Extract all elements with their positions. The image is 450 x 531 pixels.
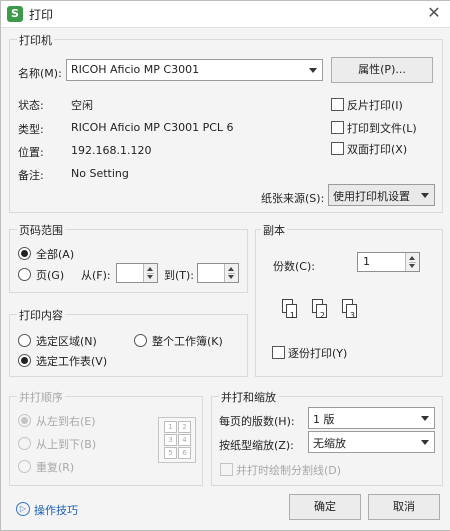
active-sheets-radio[interactable] [18, 354, 31, 367]
spin-down-icon[interactable] [147, 275, 153, 279]
from-label: 从(F): [81, 269, 111, 282]
range-all-label[interactable]: 全部(A) [36, 246, 74, 262]
copies-group-title: 副本 [261, 222, 287, 238]
selection-label[interactable]: 选定区域(N) [36, 333, 97, 349]
tips-link[interactable]: 操作技巧 [34, 502, 78, 518]
chevron-down-icon [421, 193, 429, 198]
chevron-down-icon [421, 440, 429, 445]
where-value: 192.168.1.120 [71, 144, 152, 157]
printer-name-label: 名称(M): [18, 67, 62, 80]
print-to-file-checkbox[interactable] [331, 121, 344, 134]
order-cell: 2 [178, 421, 191, 433]
type-value: RICOH Aficio MP C3001 PCL 6 [71, 121, 234, 134]
order-cell: 5 [164, 447, 177, 459]
spin-down-icon[interactable] [409, 264, 415, 268]
copies-stepper[interactable]: 1 [357, 252, 420, 272]
whole-workbook-label[interactable]: 整个工作簿(K) [152, 333, 223, 349]
pages-per-sheet-label: 每页的版数(H): [219, 415, 295, 428]
spin-buttons[interactable] [143, 264, 157, 282]
pages-per-sheet-select[interactable]: 1 版 [308, 407, 435, 429]
from-stepper[interactable] [116, 263, 158, 283]
spin-up-icon[interactable] [409, 256, 415, 260]
collate-page-1: 1 [286, 304, 297, 320]
duplex-label[interactable]: 双面打印(X) [347, 141, 407, 157]
repeat-radio[interactable] [18, 460, 31, 473]
spin-buttons[interactable] [224, 264, 238, 282]
collate-page-3: 3 [346, 304, 357, 320]
paper-source-value: 使用打印机设置 [333, 190, 410, 203]
range-pages-radio[interactable] [18, 268, 31, 281]
status-label: 状态: [18, 99, 44, 112]
active-sheets-label[interactable]: 选定工作表(V) [36, 353, 107, 369]
repeat-label[interactable]: 重复(R) [36, 459, 74, 475]
order-preview: 1 2 3 4 5 6 [158, 417, 196, 463]
scale-label: 按纸型缩放(Z): [219, 439, 294, 452]
type-label: 类型: [18, 123, 44, 136]
print-dialog: S 打印 ✕ 打印机 名称(M): RICOH Aficio MP C3001 … [0, 0, 450, 531]
tips-icon[interactable]: ▷ [16, 502, 30, 516]
left-to-right-radio[interactable] [18, 414, 31, 427]
scale-value: 无缩放 [313, 437, 346, 450]
order-cell: 6 [178, 447, 191, 459]
chevron-down-icon [309, 68, 317, 73]
left-to-right-label[interactable]: 从左到右(E) [36, 413, 96, 429]
top-to-bottom-radio[interactable] [18, 437, 31, 450]
spin-buttons[interactable] [405, 253, 419, 271]
spin-up-icon[interactable] [228, 267, 234, 271]
page-range-group-title: 页码范围 [17, 222, 65, 238]
spin-down-icon[interactable] [228, 275, 234, 279]
collate-page-2: 2 [316, 304, 327, 320]
reverse-print-label[interactable]: 反片打印(I) [347, 97, 403, 113]
where-label: 位置: [18, 146, 44, 159]
order-cell: 3 [164, 434, 177, 446]
paper-source-select[interactable]: 使用打印机设置 [328, 184, 435, 206]
copies-value: 1 [363, 255, 370, 268]
cancel-button[interactable]: 取消 [368, 494, 440, 520]
order-cell: 1 [164, 421, 177, 433]
collate-checkbox[interactable] [272, 346, 285, 359]
top-to-bottom-label[interactable]: 从上到下(B) [36, 436, 96, 452]
ok-button[interactable]: 确定 [289, 494, 361, 520]
zoom-group-title: 并打和缩放 [219, 389, 278, 405]
print-to-file-label[interactable]: 打印到文件(L) [347, 120, 417, 136]
printer-name-select[interactable]: RICOH Aficio MP C3001 [66, 59, 323, 81]
range-all-radio[interactable] [18, 247, 31, 260]
spin-up-icon[interactable] [147, 267, 153, 271]
printer-name-value: RICOH Aficio MP C3001 [71, 63, 200, 76]
close-icon[interactable]: ✕ [424, 3, 444, 23]
app-icon: S [7, 6, 23, 22]
chevron-down-icon [421, 416, 429, 421]
print-what-group-title: 打印内容 [17, 307, 65, 323]
printer-group-title: 打印机 [17, 32, 54, 48]
duplex-checkbox[interactable] [331, 142, 344, 155]
order-group-title: 并打顺序 [17, 389, 65, 405]
draw-borders-checkbox[interactable] [220, 463, 233, 476]
scale-select[interactable]: 无缩放 [308, 431, 435, 453]
comment-label: 备注: [18, 169, 44, 182]
range-pages-label[interactable]: 页(G) [36, 267, 64, 283]
whole-workbook-radio[interactable] [134, 334, 147, 347]
to-label: 到(T): [164, 269, 195, 282]
paper-source-label: 纸张来源(S): [261, 192, 325, 205]
order-cell: 4 [178, 434, 191, 446]
to-stepper[interactable] [197, 263, 239, 283]
copies-label: 份数(C): [273, 260, 315, 273]
status-value: 空闲 [71, 99, 93, 112]
properties-button[interactable]: 属性(P)... [331, 57, 433, 83]
dialog-title: 打印 [29, 8, 54, 22]
pages-per-sheet-value: 1 版 [313, 413, 335, 426]
selection-radio[interactable] [18, 334, 31, 347]
collate-label[interactable]: 逐份打印(Y) [288, 345, 347, 361]
reverse-print-checkbox[interactable] [331, 98, 344, 111]
draw-borders-label[interactable]: 并打时绘制分割线(D) [236, 462, 341, 478]
title-bar: S 打印 ✕ [1, 1, 450, 28]
comment-value: No Setting [71, 167, 129, 180]
